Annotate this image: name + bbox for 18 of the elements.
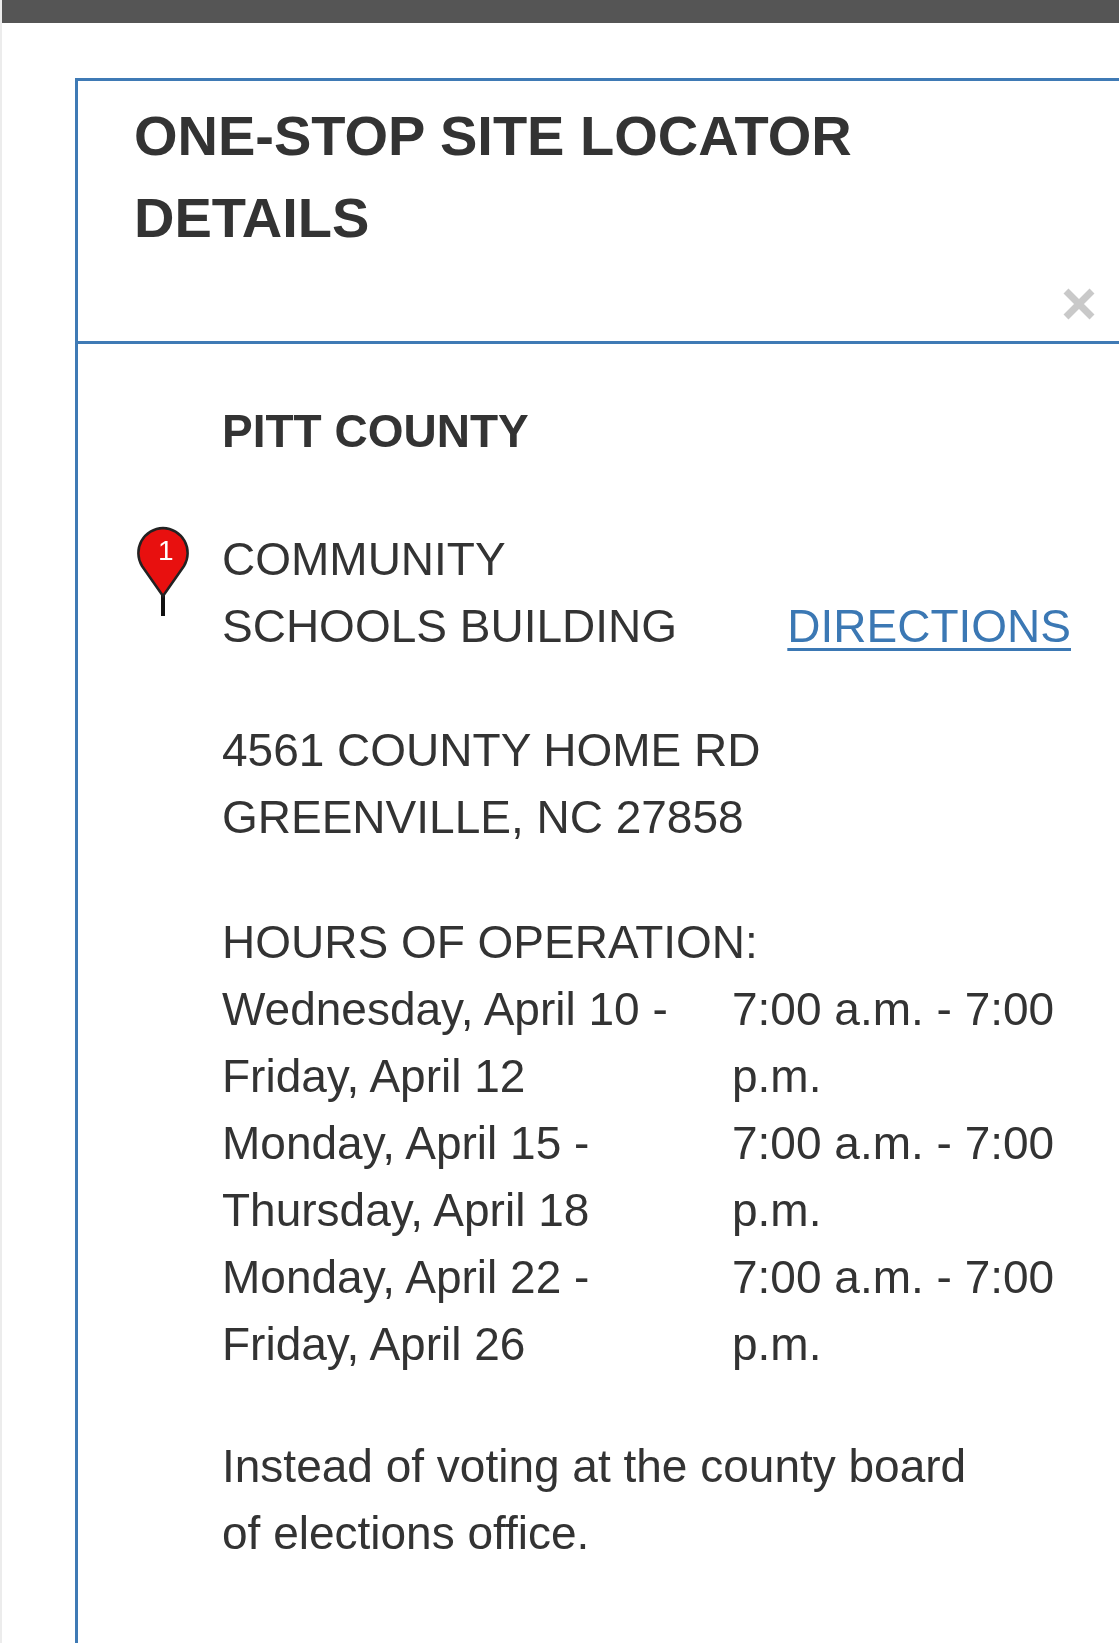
marker-number: 1 <box>158 537 174 565</box>
hours-time: 7:00 a.m. - 7:00 p.m. <box>732 983 1055 1102</box>
directions-link[interactable]: DIRECTIONS <box>787 593 1071 660</box>
site-name: COMMUNITY SCHOOLS BUILDING <box>222 532 678 654</box>
hours-heading: HOURS OF OPERATION: <box>222 915 759 970</box>
hours-time: 7:00 a.m. - 7:00 p.m. <box>732 1117 1055 1236</box>
county-heading: PITT COUNTY <box>222 404 530 459</box>
address-line: 4561 COUNTY HOME RD <box>222 723 762 778</box>
note-text: Instead of voting at the county board of elections office. <box>222 1439 968 1561</box>
map-pin-icon <box>134 526 192 617</box>
hours-days: Monday, April 15 - Thursday, April 18 <box>222 1117 590 1236</box>
dialog-title: ONE-STOP SITE LOCATOR DETAILS <box>134 103 853 251</box>
hours-time: 7:00 a.m. - 7:00 p.m. <box>732 1251 1055 1370</box>
address-line: GREENVILLE, NC 27858 <box>222 790 745 845</box>
hours-days: Wednesday, April 10 - Friday, April 12 <box>222 983 668 1102</box>
hours-days: Monday, April 22 - Friday, April 26 <box>222 1251 590 1370</box>
close-icon <box>1062 287 1096 321</box>
close-button[interactable] <box>1062 287 1096 321</box>
